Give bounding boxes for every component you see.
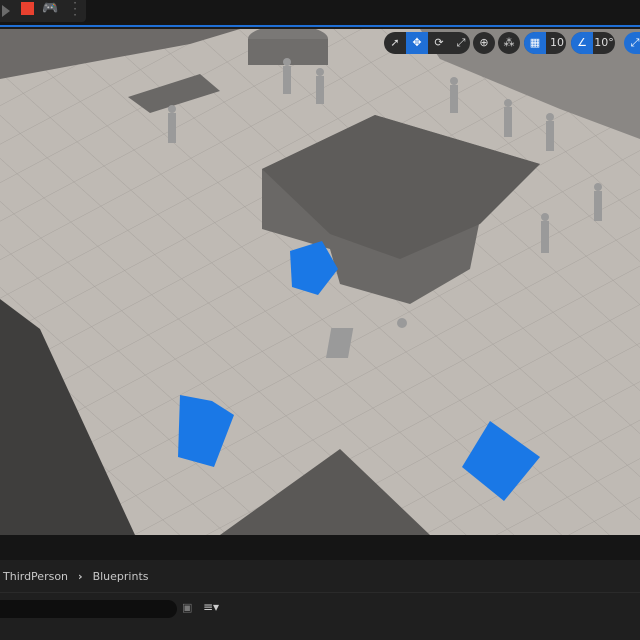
content-browser-toolbar: ▣ ≡▾ — [0, 592, 640, 640]
rotation-snap-value[interactable]: 10° — [593, 32, 615, 54]
more-icon[interactable]: · · · — [72, 0, 78, 21]
breadcrumb: ThirdPerson › Blueprints — [0, 560, 640, 592]
scale-snap-icon[interactable]: ⤢ — [624, 32, 640, 54]
play-icon[interactable] — [2, 5, 10, 17]
mannequin[interactable] — [450, 77, 458, 113]
search-input[interactable] — [0, 600, 177, 618]
surface-snap-icon[interactable]: ⁂ — [498, 32, 520, 54]
world-icon[interactable]: ⊕ — [473, 32, 495, 54]
scene — [0, 29, 640, 535]
level-viewport[interactable]: ➚ ✥ ⟳ ⤢ ⊕ ⁂ ▦ 10 ∠ 10° ⤢ — [0, 29, 640, 535]
chevron-right-icon: › — [78, 569, 83, 583]
mannequin[interactable] — [504, 99, 512, 137]
save-icon[interactable]: ▣ — [182, 601, 192, 614]
mannequin[interactable] — [168, 105, 176, 143]
main-toolbar: 🎮 · · · — [0, 0, 640, 27]
grid-snap-value[interactable]: 10 — [546, 32, 568, 54]
translate-icon[interactable]: ✥ — [406, 32, 428, 54]
stop-icon[interactable] — [21, 2, 34, 15]
breadcrumb-item[interactable]: ThirdPerson — [3, 570, 68, 583]
mannequin[interactable] — [594, 183, 602, 221]
mannequin[interactable] — [546, 113, 554, 151]
rotation-snap[interactable]: ∠ 10° — [571, 32, 615, 54]
gamepad-icon[interactable]: 🎮 — [42, 1, 58, 16]
grid-icon[interactable]: ▦ — [524, 32, 546, 54]
mannequin[interactable] — [541, 213, 549, 253]
grid-snap[interactable]: ▦ 10 — [524, 32, 566, 54]
filter-icon[interactable]: ≡▾ — [203, 600, 219, 614]
scale-icon[interactable]: ⤢ — [450, 32, 472, 54]
angle-icon[interactable]: ∠ — [571, 32, 593, 54]
panel-divider — [0, 535, 640, 560]
play-controls: 🎮 · · · — [0, 0, 86, 22]
mannequin[interactable] — [316, 68, 324, 104]
select-icon[interactable]: ➚ — [384, 32, 406, 54]
breadcrumb-item[interactable]: Blueprints — [93, 570, 149, 583]
transform-tools: ➚ ✥ ⟳ ⤢ — [384, 32, 470, 54]
mannequin[interactable] — [283, 58, 291, 94]
rotate-icon[interactable]: ⟳ — [428, 32, 450, 54]
